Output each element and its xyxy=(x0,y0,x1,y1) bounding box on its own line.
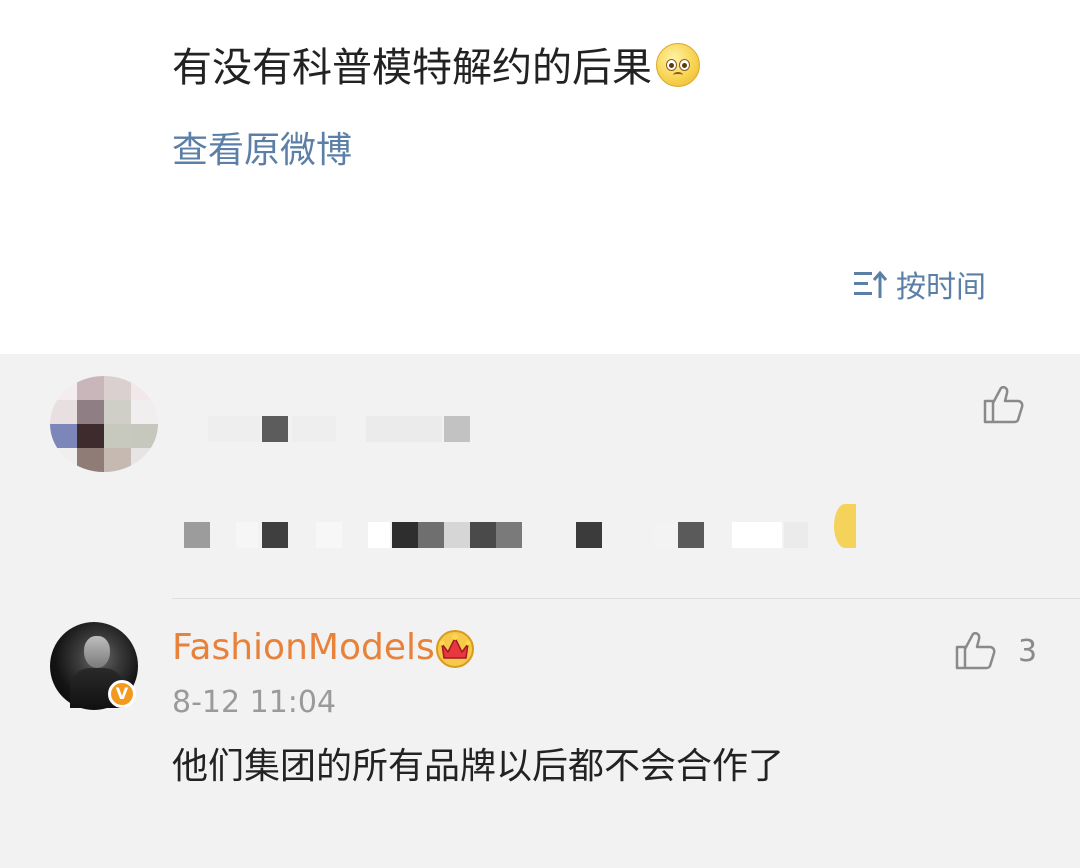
comment-time: 8-12 11:04 xyxy=(172,685,337,720)
verified-badge-icon: V xyxy=(108,680,136,708)
avatar-redacted[interactable] xyxy=(50,376,158,472)
view-original-link[interactable]: 查看原微博 xyxy=(172,128,352,174)
like-icon[interactable] xyxy=(982,384,1026,424)
sort-by-time-button[interactable]: 按时间 xyxy=(852,262,986,306)
post-text: 有没有科普模特解约的后果 xyxy=(172,45,652,91)
like-icon[interactable] xyxy=(954,630,998,670)
sort-icon xyxy=(854,270,888,298)
comment-text: 他们集团的所有品牌以后都不会合作了 xyxy=(172,746,785,787)
post-header-area: 有没有科普模特解约的后果 查看原微博 按时间 xyxy=(0,0,1080,354)
post-content: 有没有科普模特解约的后果 xyxy=(172,40,700,96)
sort-label: 按时间 xyxy=(896,270,986,305)
comment-username[interactable]: FashionModels xyxy=(172,626,435,670)
comment-divider xyxy=(172,598,1080,599)
like-count: 3 xyxy=(1018,634,1038,669)
pleading-face-emoji-icon xyxy=(656,43,700,87)
crown-badge-icon xyxy=(436,630,474,668)
